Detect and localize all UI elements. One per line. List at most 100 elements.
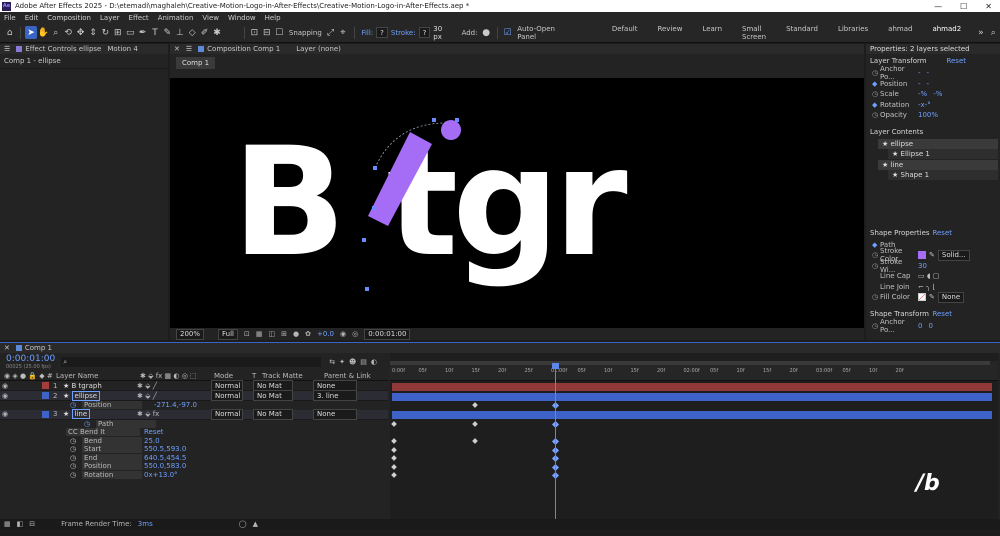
shape-line-join[interactable]: Line Join ⌐ ╮ ⌊ <box>866 282 1000 293</box>
pan-behind-icon[interactable]: ⊞ <box>112 26 123 39</box>
workspace-default[interactable]: Default <box>602 25 648 41</box>
eraser-tool-icon[interactable]: ◇ <box>187 26 198 39</box>
comp-breadcrumb-button[interactable]: Comp 1 <box>176 57 216 69</box>
workspace-ahmad[interactable]: ahmad <box>878 25 922 41</box>
workspace-review[interactable]: Review <box>647 25 692 41</box>
prop-value[interactable]: -% <box>933 90 942 98</box>
bevel-join-icon[interactable]: ⌊ <box>933 283 936 291</box>
layer-transform-reset[interactable]: Reset <box>946 57 966 65</box>
menu-effect[interactable]: Effect <box>129 14 149 22</box>
tab-motion[interactable]: Motion 4 <box>107 45 137 53</box>
tab-timeline-comp[interactable]: Comp 1 <box>15 344 52 352</box>
add-menu-icon[interactable]: ● <box>481 26 492 39</box>
handle[interactable] <box>372 206 376 210</box>
layer-label-color[interactable] <box>42 382 49 389</box>
property-row[interactable]: ◷ End 640.5,454.5 <box>0 453 388 463</box>
shy-icon[interactable]: ☻ <box>349 358 356 366</box>
prop-value[interactable]: -% <box>918 90 927 98</box>
property-value[interactable]: -271.4,-97.0 <box>154 401 197 409</box>
stopwatch-icon[interactable]: ◷ <box>70 454 82 462</box>
menu-view[interactable]: View <box>202 14 219 22</box>
layer-name[interactable]: ★ B tgraph <box>63 382 137 390</box>
property-value[interactable]: 25.0 <box>144 437 160 445</box>
keyframe[interactable] <box>391 438 397 444</box>
type-tool-icon[interactable]: T <box>149 26 160 39</box>
puppet-tool-icon[interactable]: ✱ <box>211 26 222 39</box>
property-row[interactable]: ◷ Start 550.5,593.0 <box>0 445 388 454</box>
track-matte-header[interactable]: Track Matte <box>262 372 324 380</box>
fill-color-swatch[interactable] <box>918 293 926 302</box>
search-help-icon[interactable]: ⌕ <box>988 26 999 39</box>
panel-menu-icon[interactable]: ☰ <box>4 45 10 53</box>
layer-name[interactable]: ★ ellipse <box>63 390 137 401</box>
property-value[interactable]: 0x+13.0° <box>144 471 178 479</box>
ellipse-shape[interactable] <box>441 120 461 140</box>
property-value[interactable]: 640.5,454.5 <box>144 454 186 462</box>
layer-name[interactable]: ★ line <box>63 409 137 419</box>
property-row[interactable]: ◷ Path <box>0 419 388 429</box>
keyframe-icon[interactable]: ◆ <box>872 241 880 249</box>
stopwatch-icon[interactable]: ◷ <box>70 445 82 453</box>
align-icon[interactable]: ⊡ <box>249 26 260 39</box>
toggle-switches-icon[interactable]: ◯ <box>239 520 247 528</box>
stopwatch-icon[interactable]: ◷ <box>872 90 880 98</box>
hand-tool-icon[interactable]: ✋ <box>38 26 49 39</box>
effect-reset[interactable]: Reset <box>144 428 164 436</box>
round-cap-icon[interactable]: ◖ <box>927 272 931 280</box>
brush-tool-icon[interactable]: ✎ <box>162 26 173 39</box>
prop-value[interactable]: - <box>927 69 930 77</box>
visibility-icon[interactable]: ◉ <box>2 410 42 418</box>
content-item[interactable]: ★ Shape 1 <box>888 169 998 180</box>
draft-3d-icon[interactable]: ✦ <box>339 358 345 366</box>
current-time[interactable]: 0:00:01:00 <box>6 354 55 364</box>
frame-blending-icon[interactable]: ▤ <box>360 358 367 366</box>
effect-row[interactable]: CC Bend It Reset <box>0 428 388 437</box>
property-row[interactable]: ◷ Position 550.0,583.0 <box>0 462 388 471</box>
handle[interactable] <box>432 118 436 122</box>
distribute-icon[interactable]: ⊟ <box>261 26 272 39</box>
prop-value[interactable]: 30 <box>918 262 927 270</box>
keyframe[interactable] <box>391 455 397 461</box>
channel-icon[interactable]: ● <box>293 330 299 338</box>
keyframe[interactable] <box>472 402 478 408</box>
time-ruler[interactable]: 0:00f 05f 10f 15f 20f 25f 01:00f 05f 10f 15f 20f 02… <box>390 361 998 381</box>
layer-search-input[interactable]: ⌕ <box>61 357 322 367</box>
timeline-layer-row[interactable]: ◉ 2 ★ ellipse ✱ ⬙ ╱ Normal No Mat 3. lin… <box>0 390 388 401</box>
timeline-graph[interactable]: 0:00f 05f 10f 15f 20f 25f 01:00f 05f 10f 15f 20f 02… <box>390 353 998 527</box>
prop-value[interactable]: - <box>927 80 930 88</box>
layer-mode-dropdown[interactable]: Normal <box>211 408 243 420</box>
stroke-color-swatch[interactable] <box>918 251 926 260</box>
shape-anchor[interactable]: ◷ Anchor Po... 0 0 <box>866 318 1000 334</box>
keyframe-icon[interactable]: ◷ <box>84 420 96 428</box>
stopwatch-icon[interactable]: ◷ <box>872 251 880 259</box>
mask-toggle-icon[interactable]: ◫ <box>269 330 276 338</box>
snapshot-icon[interactable]: ◉ <box>340 330 346 338</box>
home-icon[interactable]: ⌂ <box>4 26 15 39</box>
keyframe-icon[interactable]: ◆ <box>872 80 880 88</box>
roto-brush-icon[interactable]: ✐ <box>199 26 210 39</box>
shape-transform-reset[interactable]: Reset <box>932 310 952 318</box>
property-row[interactable]: ◷ Rotation 0x+13.0° <box>0 470 388 480</box>
content-item[interactable]: ★ line <box>878 159 998 170</box>
layer-bar-1[interactable] <box>392 383 992 391</box>
keyframe[interactable] <box>472 421 478 427</box>
track-matte-dropdown[interactable]: No Mat <box>253 390 293 401</box>
menu-composition[interactable]: Composition <box>47 14 91 22</box>
rotate-tool-icon[interactable]: ↻ <box>100 26 111 39</box>
switches-toggle-icon[interactable]: ◧ <box>17 520 24 528</box>
butt-cap-icon[interactable]: ▭ <box>918 272 925 280</box>
render-toggle-icon[interactable]: ▦ <box>4 520 11 528</box>
zoom-dropdown[interactable]: 200% <box>176 328 205 340</box>
menu-animation[interactable]: Animation <box>158 14 194 22</box>
show-snapshot-icon[interactable]: ◎ <box>352 330 358 338</box>
menu-help[interactable]: Help <box>265 14 281 22</box>
prop-anchor[interactable]: ◷ Anchor Po... - - <box>866 65 1000 81</box>
prop-value[interactable]: 0 <box>918 322 922 330</box>
layer-switches[interactable]: ✱ ⬙ ╱ <box>137 392 211 400</box>
fill-type-dropdown[interactable]: None <box>937 291 965 303</box>
prop-scale[interactable]: ◷ Scale -% -% <box>866 89 1000 100</box>
maximize-button[interactable]: ☐ <box>960 2 967 11</box>
menu-window[interactable]: Window <box>228 14 256 22</box>
content-item[interactable]: ★ Ellipse 1 <box>888 148 998 159</box>
playhead-handle[interactable] <box>552 363 559 369</box>
